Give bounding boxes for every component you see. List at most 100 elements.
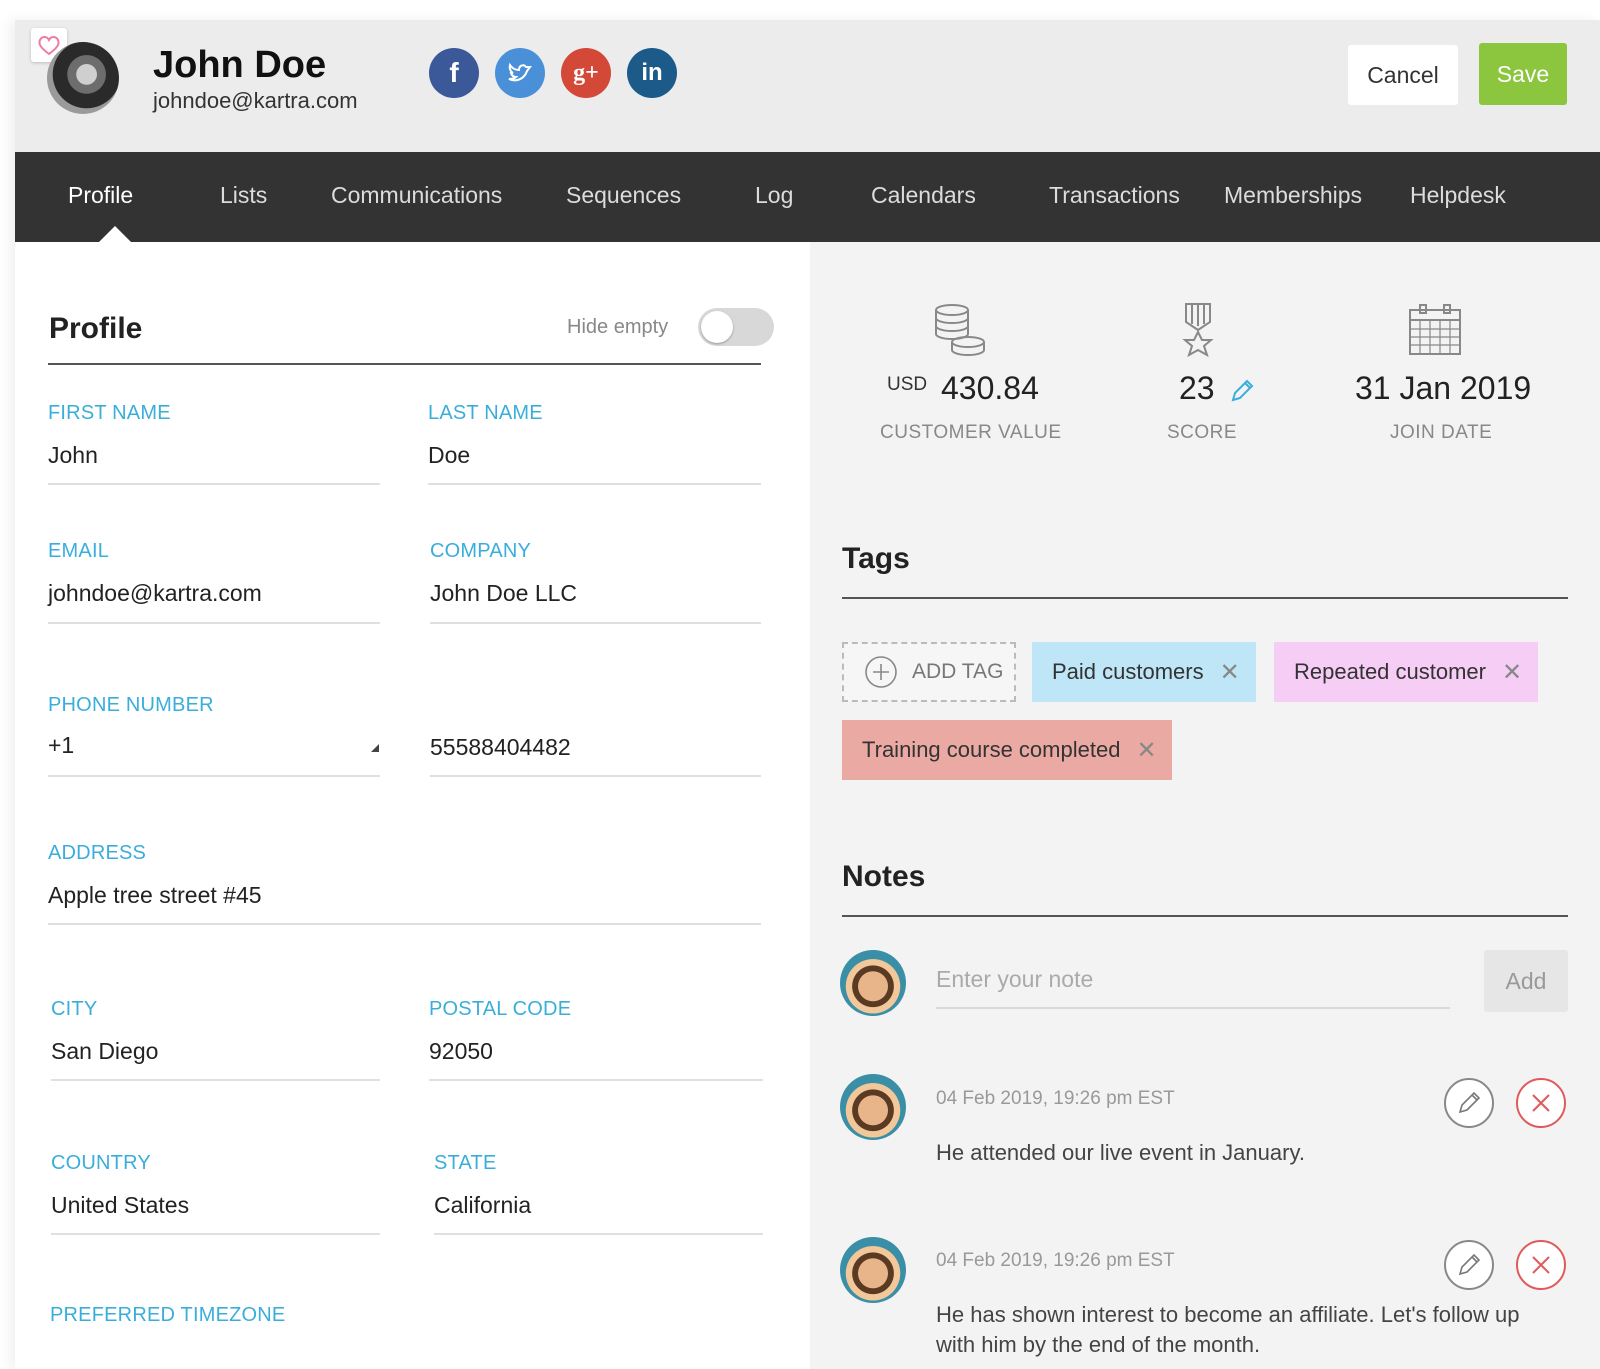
email-label: EMAIL: [48, 540, 110, 562]
note-date: 04 Feb 2019, 19:26 pm EST: [936, 1250, 1175, 1271]
remove-tag-icon[interactable]: ✕: [1220, 658, 1240, 687]
cancel-button[interactable]: Cancel: [1348, 45, 1458, 105]
last-name-input[interactable]: Doe: [428, 442, 470, 469]
avatar: [840, 1237, 906, 1303]
tags-title: Tags: [842, 542, 910, 575]
save-button[interactable]: Save: [1479, 43, 1567, 105]
state-label: STATE: [434, 1152, 497, 1174]
coins-icon: [935, 304, 985, 356]
profile-title: Profile: [49, 312, 143, 345]
first-name-input[interactable]: John: [48, 442, 98, 469]
city-input[interactable]: San Diego: [51, 1038, 158, 1065]
toggle-knob: [701, 311, 733, 343]
join-date-label: JOIN DATE: [1390, 422, 1493, 443]
postal-code-underline: [429, 1079, 763, 1081]
avatar: [840, 950, 906, 1016]
phone-number-underline: [430, 775, 761, 777]
tab-helpdesk[interactable]: Helpdesk: [1410, 182, 1506, 209]
tab-memberships[interactable]: Memberships: [1224, 182, 1362, 209]
pencil-icon: [1458, 1253, 1481, 1276]
add-tag-label: ADD TAG: [912, 660, 1004, 683]
tab-profile[interactable]: Profile: [68, 182, 133, 209]
remove-tag-icon[interactable]: ✕: [1136, 736, 1156, 765]
city-underline: [51, 1079, 380, 1081]
avatar: [840, 1074, 906, 1140]
last-name-label: LAST NAME: [428, 402, 543, 424]
profile-form: Profile Hide empty FIRST NAME John LAST …: [15, 242, 810, 1369]
country-input[interactable]: United States: [51, 1192, 189, 1219]
email-underline: [48, 622, 380, 624]
note-input-underline: [936, 1007, 1450, 1009]
address-input[interactable]: Apple tree street #45: [48, 882, 262, 909]
customer-value-label: CUSTOMER VALUE: [880, 422, 1062, 443]
last-name-underline: [428, 483, 761, 485]
score-label: SCORE: [1167, 422, 1238, 443]
profile-divider: [48, 363, 761, 365]
delete-note-button[interactable]: [1516, 1078, 1566, 1128]
city-label: CITY: [51, 998, 98, 1020]
notes-divider: [842, 915, 1568, 917]
tag-label: Repeated customer: [1294, 659, 1486, 684]
tab-transactions[interactable]: Transactions: [1049, 182, 1180, 209]
tag-label: Training course completed: [862, 737, 1121, 762]
state-input[interactable]: California: [434, 1192, 531, 1219]
google-plus-button[interactable]: g+: [561, 48, 611, 98]
active-tab-indicator: [99, 226, 131, 242]
edit-score-icon[interactable]: [1229, 378, 1255, 404]
tag-training-course-completed: Training course completed ✕: [842, 720, 1172, 780]
note-text: He has shown interest to become an affil…: [936, 1302, 1520, 1327]
contact-avatar: [47, 42, 119, 114]
twitter-icon: [508, 62, 532, 82]
phone-number-input[interactable]: 55588404482: [430, 734, 571, 761]
add-note-button[interactable]: Add: [1484, 950, 1568, 1012]
join-date-value: 31 Jan 2019: [1355, 370, 1532, 406]
company-input[interactable]: John Doe LLC: [430, 580, 577, 607]
score-value: 23: [1179, 370, 1215, 406]
tag-label: Paid customers: [1052, 659, 1204, 684]
postal-code-label: POSTAL CODE: [429, 998, 572, 1020]
facebook-icon: f: [449, 57, 459, 88]
tab-log[interactable]: Log: [755, 182, 793, 209]
google-plus-icon: g+: [573, 59, 599, 86]
delete-note-button[interactable]: [1516, 1240, 1566, 1290]
contact-name: John Doe: [153, 44, 327, 86]
company-label: COMPANY: [430, 540, 532, 562]
note-text: He attended our live event in January.: [936, 1140, 1305, 1165]
tab-sequences[interactable]: Sequences: [566, 182, 681, 209]
contact-email: johndoe@kartra.com: [153, 88, 358, 113]
note-text-continued: with him by the end of the month.: [936, 1332, 1261, 1357]
linkedin-button[interactable]: in: [627, 48, 677, 98]
postal-code-input[interactable]: 92050: [429, 1038, 493, 1065]
page-top-strip: [0, 0, 1600, 20]
calendar-icon: [1409, 304, 1461, 355]
state-underline: [434, 1233, 763, 1235]
tab-calendars[interactable]: Calendars: [871, 182, 976, 209]
facebook-button[interactable]: f: [429, 48, 479, 98]
phone-label: PHONE NUMBER: [48, 694, 214, 716]
country-label: COUNTRY: [51, 1152, 151, 1174]
dropdown-arrow-icon[interactable]: [371, 744, 379, 752]
contact-panel: John Doe johndoe@kartra.com f g+ in Canc…: [15, 20, 1600, 1369]
notes-title: Notes: [842, 860, 926, 893]
close-icon: [1532, 1094, 1550, 1112]
tab-lists[interactable]: Lists: [220, 182, 267, 209]
edit-note-button[interactable]: [1444, 1078, 1494, 1128]
company-underline: [430, 622, 761, 624]
add-tag-button[interactable]: ADD TAG: [842, 642, 1016, 702]
linkedin-icon: in: [641, 59, 663, 86]
contact-summary: USD 430.84 CUSTOMER VALUE 23 SCORE 31 Ja…: [810, 242, 1600, 1369]
country-underline: [51, 1233, 380, 1235]
currency-label: USD: [887, 374, 928, 395]
phone-code-select[interactable]: +1: [48, 732, 74, 759]
twitter-button[interactable]: [495, 48, 545, 98]
plus-circle-icon: [865, 656, 897, 688]
remove-tag-icon[interactable]: ✕: [1502, 658, 1522, 687]
timezone-label: PREFERRED TIMEZONE: [50, 1304, 286, 1326]
first-name-underline: [48, 483, 380, 485]
tab-communications[interactable]: Communications: [331, 182, 502, 209]
contact-header: John Doe johndoe@kartra.com f g+ in Canc…: [15, 20, 1600, 152]
edit-note-button[interactable]: [1444, 1240, 1494, 1290]
email-input[interactable]: johndoe@kartra.com: [48, 580, 262, 607]
note-input[interactable]: Enter your note: [936, 966, 1093, 993]
address-label: ADDRESS: [48, 842, 147, 864]
